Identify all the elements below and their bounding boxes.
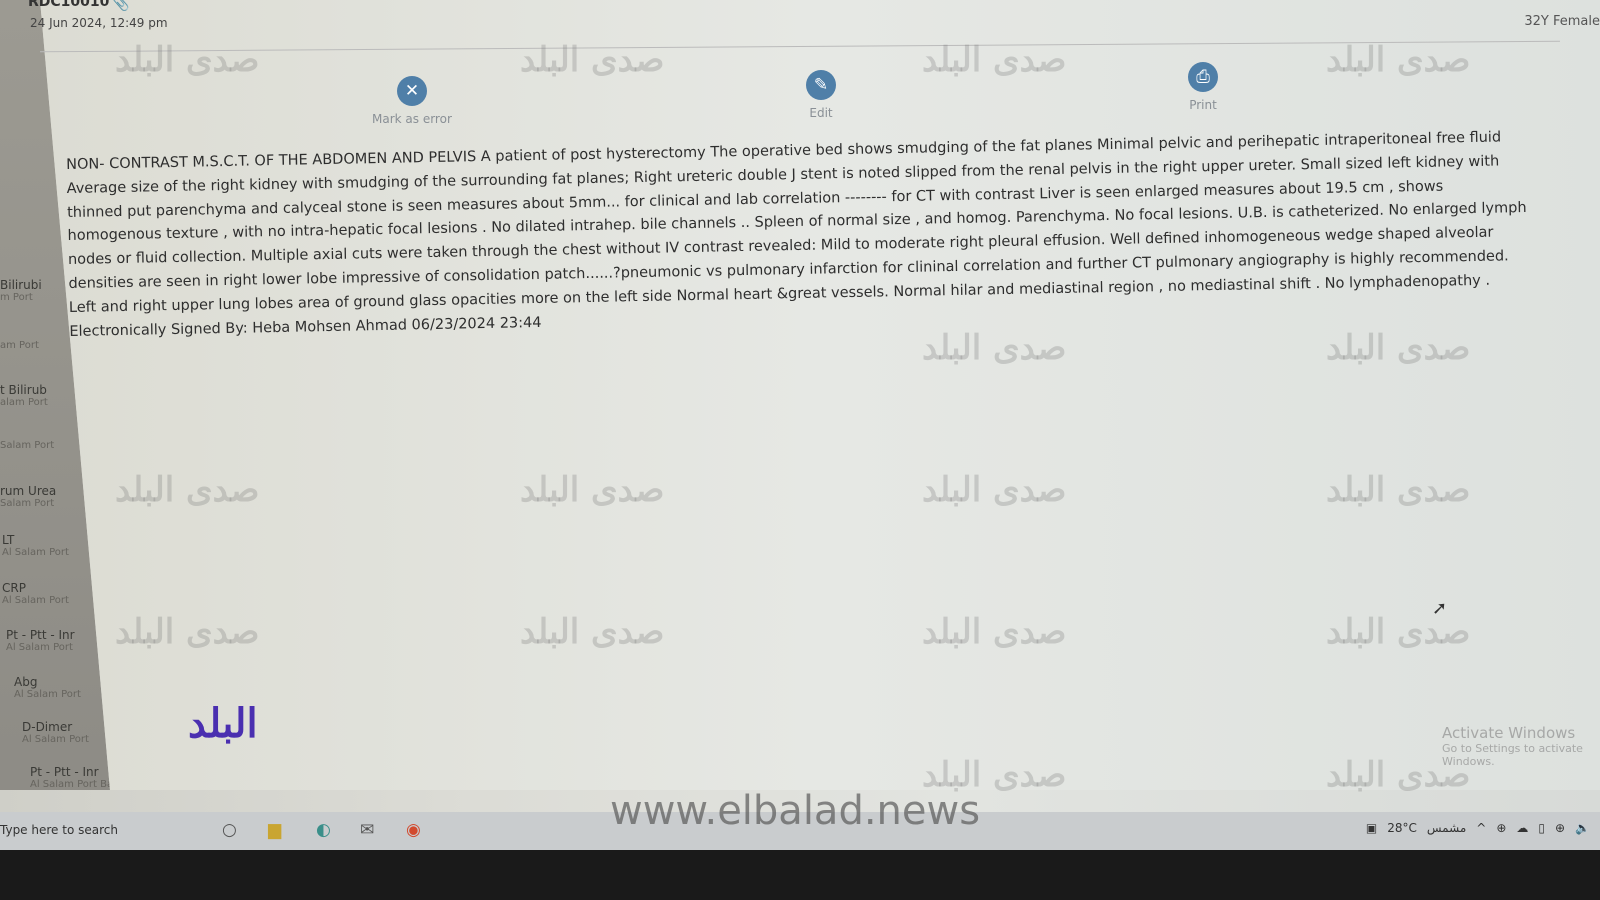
mail-icon[interactable]: ✉ bbox=[360, 820, 374, 840]
watermark: صدى البلد bbox=[115, 40, 260, 80]
pencil-icon: ✎ bbox=[806, 70, 836, 100]
sidebar-item[interactable]: Pt - Ptt - Inr Al Salam Port bbox=[6, 628, 75, 653]
watermark: صدى البلد bbox=[922, 470, 1067, 510]
report-text: NON- CONTRAST M.S.C.T. OF THE ABDOMEN AN… bbox=[66, 129, 1527, 340]
sidebar-item[interactable]: D-Dimer Al Salam Port bbox=[22, 720, 89, 745]
record-date: 24 Jun 2024, 12:49 pm bbox=[30, 16, 168, 30]
printer-icon: ⎙ bbox=[1188, 62, 1218, 92]
weather-label[interactable]: مشمس bbox=[1427, 821, 1466, 835]
record-id: RDC10010 bbox=[28, 0, 110, 10]
temperature[interactable]: 28°C bbox=[1387, 821, 1417, 835]
sidebar-item[interactable]: Abg Al Salam Port bbox=[14, 675, 81, 700]
onedrive-icon[interactable]: ☁ bbox=[1516, 821, 1528, 835]
patient-info: 32Y Female bbox=[1524, 14, 1600, 29]
globe-icon[interactable]: ⊕ bbox=[1555, 821, 1565, 835]
watermark: صدى البلد bbox=[922, 40, 1067, 80]
taskbar-search[interactable]: Type here to search bbox=[0, 823, 118, 837]
close-icon: ✕ bbox=[396, 76, 427, 106]
file-explorer-icon[interactable]: ▆ bbox=[268, 820, 281, 840]
battery-icon[interactable]: ▯ bbox=[1538, 821, 1545, 835]
sidebar-item[interactable]: Bilirubi m Port bbox=[0, 278, 42, 303]
activate-windows-notice: Activate Windows Go to Settings to activa… bbox=[1442, 724, 1583, 768]
sidebar-item[interactable]: rum Urea Salam Port bbox=[0, 484, 56, 509]
watermark: صدى البلد bbox=[115, 612, 260, 652]
watermark: صدى البلد bbox=[922, 612, 1067, 652]
chevron-up-icon[interactable]: ^ bbox=[1476, 821, 1486, 835]
watermark: صدى البلد bbox=[922, 328, 1067, 368]
watermark: صدى البلد bbox=[1326, 470, 1471, 510]
weather-icon[interactable]: ▣ bbox=[1366, 821, 1377, 835]
mouse-cursor-icon: ➚ bbox=[1432, 598, 1448, 619]
watermark: صدى البلد bbox=[115, 470, 260, 510]
paperclip-icon[interactable]: 📎 bbox=[112, 0, 129, 12]
sidebar-item[interactable]: t Bilirub alam Port bbox=[0, 383, 48, 408]
network-icon[interactable]: ⊕ bbox=[1496, 821, 1506, 835]
sidebar-item[interactable]: LT Al Salam Port bbox=[2, 533, 69, 558]
system-tray: ▣ 28°C مشمس ^ ⊕ ☁ ▯ ⊕ 🔈 bbox=[1366, 821, 1590, 835]
print-button[interactable]: ⎙ Print bbox=[1188, 62, 1218, 112]
print-label: Print bbox=[1189, 98, 1217, 112]
mark-as-error-button[interactable]: ✕ Mark as error bbox=[372, 76, 452, 126]
watermark: صدى البلد bbox=[1326, 612, 1471, 652]
edge-icon[interactable]: ◐ bbox=[316, 820, 331, 840]
volume-icon[interactable]: 🔈 bbox=[1575, 821, 1590, 835]
site-watermark: www.elbalad.news bbox=[610, 788, 981, 834]
edit-label: Edit bbox=[809, 106, 833, 120]
cortana-icon[interactable]: ○ bbox=[222, 820, 237, 840]
watermark: صدى البلد bbox=[1326, 40, 1471, 80]
sidebar-item[interactable]: CRP Al Salam Port bbox=[2, 581, 69, 606]
watermark: صدى البلد bbox=[1326, 328, 1471, 368]
sidebar-item[interactable]: Salam Port bbox=[0, 440, 54, 451]
mark-as-error-label: Mark as error bbox=[372, 112, 452, 126]
watermark: صدى البلد bbox=[520, 612, 665, 652]
watermark: صدى البلد bbox=[520, 470, 665, 510]
chrome-icon[interactable]: ◉ bbox=[406, 820, 421, 840]
edit-button[interactable]: ✎ Edit bbox=[806, 70, 836, 120]
sidebar-item[interactable]: am Port bbox=[0, 340, 39, 351]
elbalad-logo: البلد bbox=[188, 700, 258, 747]
screen: Bilirubi m Port am Port t Bilirub alam Por… bbox=[0, 0, 1600, 850]
watermark: صدى البلد bbox=[520, 40, 665, 80]
